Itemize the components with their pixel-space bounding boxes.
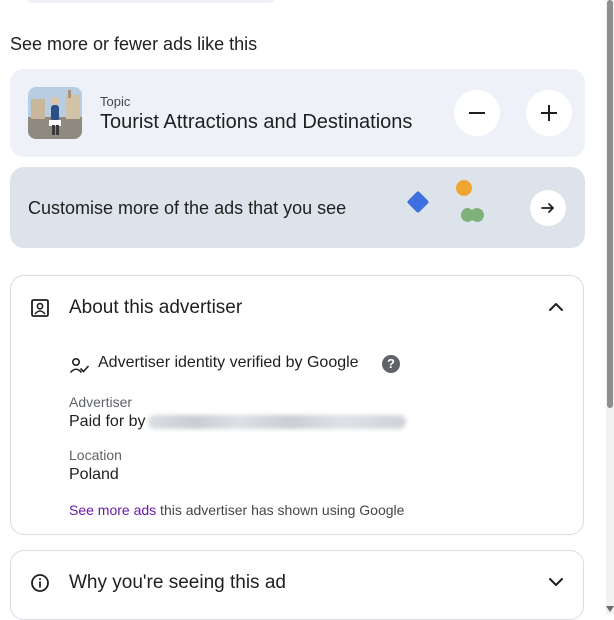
paid-for-prefix: Paid for by: [69, 413, 146, 430]
see-fewer-button[interactable]: [454, 90, 500, 136]
topic-name: Tourist Attractions and Destinations: [100, 111, 413, 133]
info-icon: [31, 574, 49, 592]
chevron-up-icon: [549, 303, 563, 311]
topic-caption: Topic: [100, 94, 131, 109]
why-seeing-ad-card[interactable]: Why you're seeing this ad: [10, 550, 584, 620]
topic-card: Topic Tourist Attractions and Destinatio…: [10, 69, 585, 157]
about-advertiser-card: About this advertiser Advertiser identit…: [10, 275, 584, 535]
advertiser-badge-icon: [31, 299, 49, 317]
paid-for-value: Paid for by: [69, 413, 407, 431]
scrollbar-thumb[interactable]: [607, 0, 613, 408]
about-advertiser-title: About this advertiser: [69, 297, 243, 318]
plus-icon: [541, 105, 557, 121]
customise-ads-card[interactable]: Customise more of the ads that you see: [10, 167, 585, 248]
redacted-advertiser-name: [148, 414, 407, 429]
section-heading: See more or fewer ads like this: [10, 34, 258, 54]
scroll-down-arrow-icon[interactable]: [606, 606, 614, 612]
chevron-down-icon: [549, 578, 563, 586]
decorative-shapes-icon: [407, 180, 484, 222]
topic-photo-icon: [28, 87, 82, 139]
see-more-ads-link[interactable]: See more ads: [69, 502, 156, 518]
about-advertiser-header[interactable]: About this advertiser: [11, 276, 583, 338]
scrollbar[interactable]: [606, 0, 614, 614]
customise-ads-label: Customise more of the ads that you see: [28, 198, 347, 218]
advertiser-label: Advertiser: [69, 394, 133, 410]
previous-card-edge: [25, 0, 277, 3]
customise-arrow-button[interactable]: [530, 190, 566, 226]
verified-person-icon: [69, 357, 89, 374]
verified-text: Advertiser identity verified by Google: [98, 354, 359, 371]
location-value: Poland: [69, 466, 119, 483]
see-more-ads-suffix: this advertiser has shown using Google: [156, 502, 405, 518]
minus-icon: [469, 112, 485, 114]
see-more-ads-line: See more ads this advertiser has shown u…: [69, 502, 404, 518]
see-more-button[interactable]: [526, 90, 572, 136]
arrow-right-icon: [541, 203, 554, 213]
why-seeing-ad-title: Why you're seeing this ad: [69, 572, 286, 593]
location-label: Location: [69, 447, 122, 463]
help-icon[interactable]: ?: [382, 355, 400, 373]
